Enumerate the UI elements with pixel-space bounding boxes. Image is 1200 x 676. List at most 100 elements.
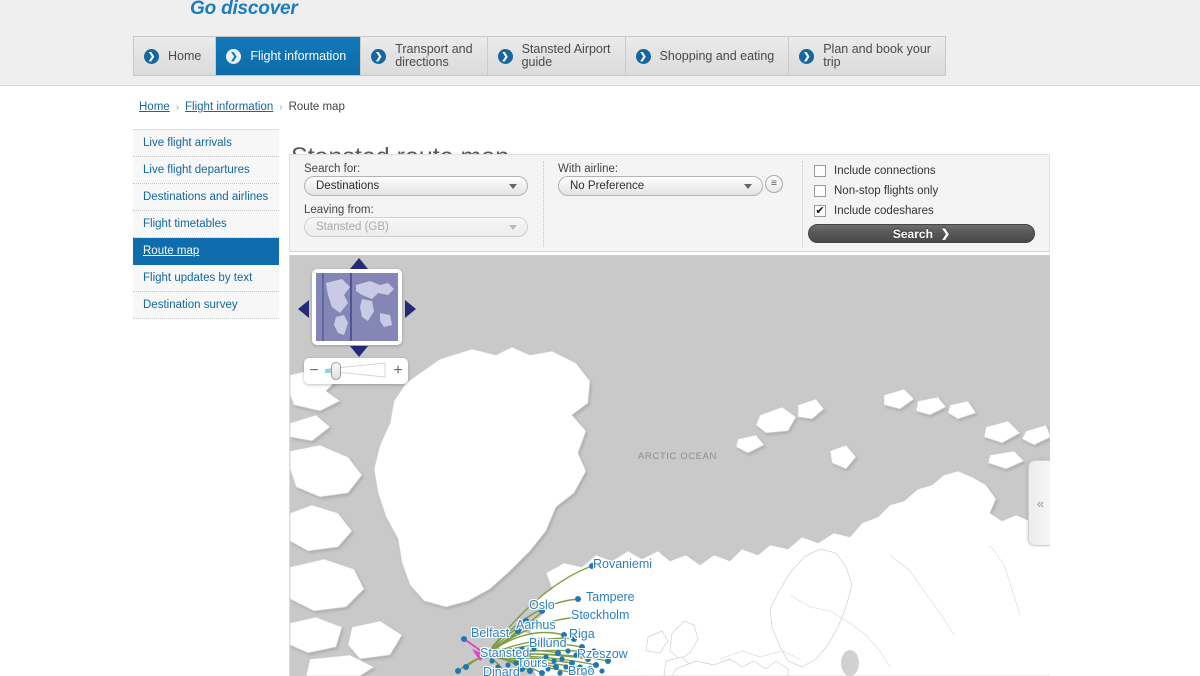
map-pan-widget: [298, 258, 416, 358]
nav-tab-label: Stansted Airport guide: [521, 42, 611, 69]
with-airline-select[interactable]: No Preference: [558, 176, 763, 196]
city-label-brno[interactable]: Brno: [568, 664, 594, 676]
chevron-down-icon: [509, 183, 517, 189]
chevron-right-circle-icon: ❯: [635, 48, 651, 64]
with-airline-value: No Preference: [570, 180, 645, 192]
chevron-right-circle-icon: ❯: [144, 48, 159, 64]
map-right-margin: [1050, 255, 1200, 676]
site-header: Go discover ❯ Home ❯ Flight information …: [0, 0, 1200, 86]
city-label-stockholm[interactable]: Stockholm: [571, 608, 629, 622]
chevron-down-icon: [509, 224, 517, 230]
sidebar-nav: Live flight arrivals Live flight departu…: [133, 129, 279, 319]
nav-tab-stansted-airport-guide[interactable]: ❯ Stansted Airport guide: [487, 37, 626, 75]
breadcrumb-link-flight-information[interactable]: Flight information: [185, 101, 273, 113]
route-map-canvas[interactable]: ARCTIC OCEAN Rovaniemi Tampere Oslo Stoc…: [289, 255, 1050, 676]
search-button-label: Search: [892, 226, 933, 241]
checkbox-row-include-codeshares[interactable]: ✔ Include codeshares: [814, 205, 934, 217]
city-label-tours[interactable]: Tours: [517, 656, 548, 670]
chevron-double-left-icon: «: [1036, 495, 1044, 511]
search-for-select[interactable]: Destinations: [304, 176, 528, 196]
main-navigation: ❯ Home ❯ Flight information ❯ Transport …: [133, 36, 946, 76]
sidebar-item-label: Route map: [143, 245, 200, 257]
arrow-left-icon[interactable]: [298, 300, 309, 318]
zoom-in-button[interactable]: +: [388, 363, 408, 379]
chevron-down-icon: [744, 183, 752, 189]
ocean-label-arctic: ARCTIC OCEAN: [638, 451, 717, 462]
checkbox-row-include-connections[interactable]: Include connections: [814, 165, 936, 177]
checkbox-non-stop-flights-only[interactable]: [814, 185, 826, 197]
map-zoom-widget: − +: [304, 358, 408, 384]
sidebar-item-destination-survey[interactable]: Destination survey: [133, 292, 279, 319]
checkbox-label: Include connections: [834, 165, 936, 177]
arrow-up-icon[interactable]: [350, 258, 368, 269]
leaving-from-value: Stansted (GB): [316, 221, 389, 233]
overview-continents: [316, 273, 398, 341]
checkbox-label: Include codeshares: [834, 205, 934, 217]
city-label-rzeszow[interactable]: Rzeszow: [577, 647, 628, 661]
breadcrumb-separator-icon: ›: [175, 101, 180, 113]
chevron-right-circle-icon: ❯: [497, 48, 513, 64]
breadcrumb-link-home[interactable]: Home: [139, 101, 170, 113]
sidebar-item-destinations-and-airlines[interactable]: Destinations and airlines: [133, 184, 279, 211]
breadcrumb-current-route-map: Route map: [288, 101, 345, 113]
overview-world-map: [316, 273, 398, 341]
checkbox-label: Non-stop flights only: [834, 185, 939, 197]
city-label-aarhus[interactable]: Aarhus: [516, 618, 556, 632]
nav-tab-shopping-and-eating[interactable]: ❯ Shopping and eating: [625, 37, 790, 75]
city-label-oslo[interactable]: Oslo: [529, 598, 555, 612]
zoom-slider-track[interactable]: [325, 362, 387, 380]
nav-tab-home[interactable]: ❯ Home: [134, 37, 217, 75]
checkbox-include-connections[interactable]: [814, 165, 826, 177]
city-label-tampere[interactable]: Tampere: [586, 590, 635, 604]
world-overview-thumbnail[interactable]: [312, 269, 402, 345]
panel-divider: [543, 161, 544, 247]
city-label-belfast[interactable]: Belfast: [471, 626, 509, 640]
checkbox-row-non-stop-flights-only[interactable]: Non-stop flights only: [814, 185, 938, 197]
breadcrumb: Home › Flight information › Route map: [139, 101, 345, 113]
city-label-dinard[interactable]: Dinard: [483, 665, 520, 676]
chevron-down-circle-icon: ❯: [226, 48, 242, 64]
city-label-billund[interactable]: Billund: [529, 636, 567, 650]
sidebar-item-live-flight-departures[interactable]: Live flight departures: [133, 157, 279, 184]
sidebar-item-label: Live flight departures: [143, 164, 250, 176]
checkbox-include-codeshares[interactable]: ✔: [814, 205, 826, 217]
sidebar-item-label: Live flight arrivals: [143, 137, 232, 149]
nav-tab-plan-and-book-your-trip[interactable]: ❯ Plan and book your trip: [789, 37, 945, 75]
chevron-right-circle-icon: ❯: [371, 48, 387, 64]
nav-tab-label: Plan and book your trip: [823, 42, 931, 69]
nav-tab-transport-and-directions[interactable]: ❯ Transport and directions: [361, 37, 488, 75]
nav-tab-label: Home: [168, 48, 202, 63]
zoom-slider-handle[interactable]: [331, 362, 341, 380]
chevron-right-circle-icon: ❯: [799, 48, 815, 64]
search-for-value: Destinations: [316, 180, 380, 192]
with-airline-label: With airline:: [558, 163, 619, 175]
sidebar-item-label: Flight timetables: [143, 218, 227, 230]
sidebar-item-live-flight-arrivals[interactable]: Live flight arrivals: [133, 130, 279, 157]
brand-tagline: Go discover: [190, 0, 298, 19]
city-label-rovaniemi[interactable]: Rovaniemi: [593, 557, 652, 571]
nav-tab-label: Transport and directions: [395, 42, 473, 69]
arrow-right-icon[interactable]: [405, 300, 416, 318]
list-icon: ≡: [771, 178, 777, 189]
airline-list-button[interactable]: ≡: [765, 175, 783, 193]
sidebar-item-label: Flight updates by text: [143, 272, 253, 284]
nav-tab-label: Flight information: [250, 48, 347, 63]
sidebar-item-route-map[interactable]: Route map: [133, 238, 279, 265]
panel-collapse-handle[interactable]: «: [1028, 460, 1050, 546]
sidebar-item-flight-updates-by-text[interactable]: Flight updates by text: [133, 265, 279, 292]
sidebar-item-label: Destinations and airlines: [143, 191, 269, 203]
leaving-from-label: Leaving from:: [304, 204, 374, 216]
city-label-riga[interactable]: Riga: [569, 627, 595, 641]
sidebar-item-flight-timetables[interactable]: Flight timetables: [133, 211, 279, 238]
nav-tab-flight-information[interactable]: ❯ Flight information: [216, 37, 362, 75]
chevron-right-icon: ❯: [940, 228, 951, 240]
search-button[interactable]: Search ❯: [808, 224, 1035, 243]
breadcrumb-separator-icon: ›: [279, 101, 283, 113]
leaving-from-select[interactable]: Stansted (GB): [304, 217, 528, 237]
sidebar-item-label: Destination survey: [143, 299, 238, 311]
zoom-out-button[interactable]: −: [304, 363, 324, 379]
panel-divider: [802, 161, 803, 247]
nav-tab-label: Shopping and eating: [659, 48, 775, 63]
arrow-down-icon[interactable]: [350, 346, 368, 357]
search-for-label: Search for:: [304, 163, 361, 175]
